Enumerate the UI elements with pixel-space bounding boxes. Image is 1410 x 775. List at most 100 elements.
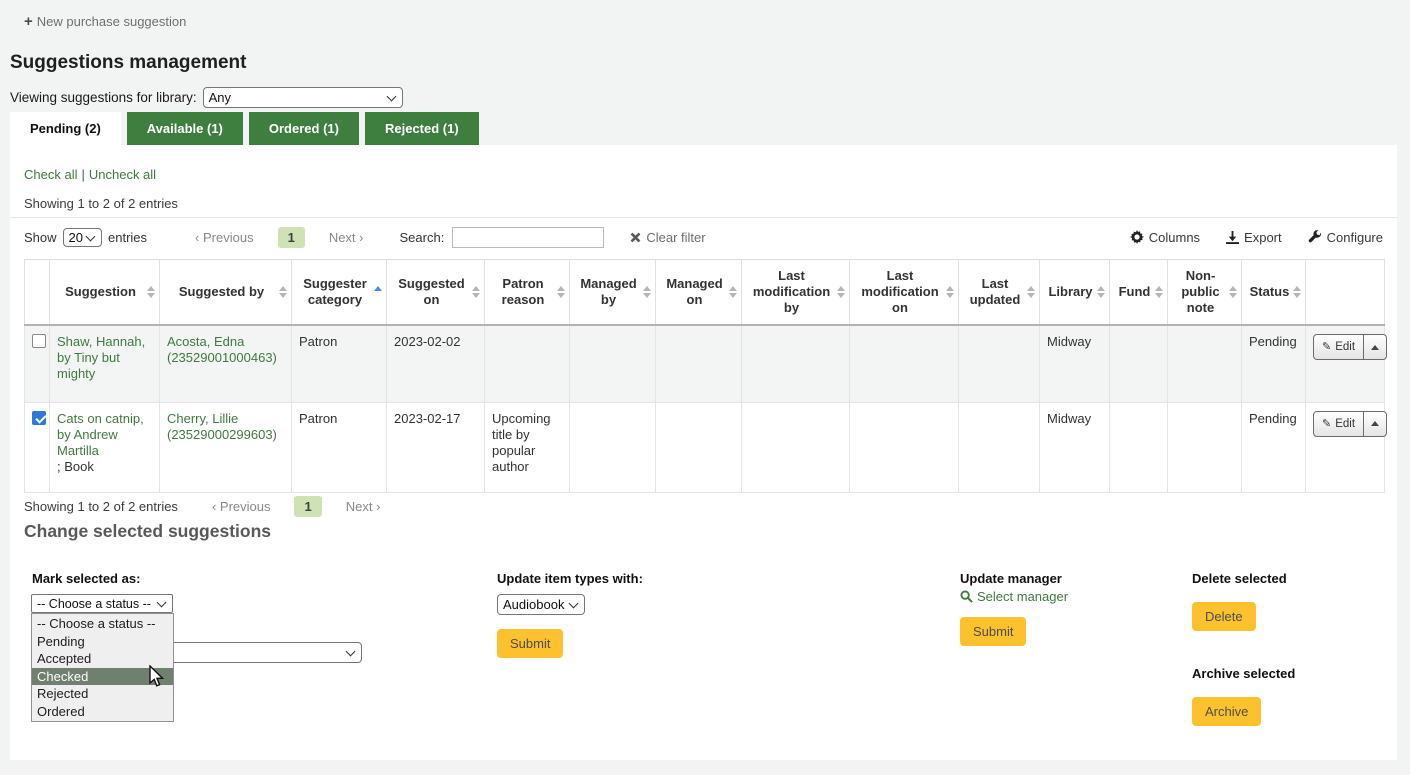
tab-rejected[interactable]: Rejected (1) (365, 112, 479, 145)
columns-button[interactable]: Columns (1130, 230, 1200, 245)
configure-button[interactable]: Configure (1308, 230, 1383, 245)
header-nonpublic-note[interactable]: Non-public note (1168, 260, 1242, 326)
select-manager-link[interactable]: Select manager (960, 589, 1068, 604)
edit-dropdown-toggle[interactable] (1364, 412, 1386, 436)
item-type-select[interactable]: Audiobook (497, 594, 585, 615)
header-managed-on[interactable]: Managed on (656, 260, 742, 326)
option-choose-status[interactable]: -- Choose a status -- (32, 615, 173, 633)
submit-manager-button[interactable]: Submit (960, 617, 1026, 646)
page-title: Suggestions management (10, 52, 247, 74)
sort-icons (279, 286, 287, 298)
page-number-button[interactable]: 1 (278, 227, 305, 248)
pencil-icon: ✎ (1322, 339, 1331, 355)
update-manager-label: Update manager (960, 571, 1062, 586)
status-tabs: Pending (2) Available (1) Ordered (1) Re… (10, 112, 479, 145)
page-number-button[interactable]: 1 (294, 496, 321, 517)
last-updated-cell (959, 325, 1040, 402)
edit-dropdown-toggle[interactable] (1364, 335, 1386, 359)
update-item-types-label: Update item types with: (497, 571, 643, 586)
fund-cell (1110, 402, 1168, 492)
edit-button[interactable]: ✎Edit (1314, 335, 1364, 359)
option-ordered[interactable]: Ordered (32, 703, 173, 721)
header-last-updated[interactable]: Last updated (959, 260, 1040, 326)
columns-label: Columns (1149, 230, 1200, 245)
table-row: Shaw, Hannah, by Tiny but mighty Acosta,… (25, 325, 1385, 402)
sort-icons (643, 286, 651, 298)
status-cell: Pending (1242, 325, 1306, 402)
tab-available[interactable]: Available (1) (127, 112, 243, 145)
sort-icons (1229, 286, 1237, 298)
check-all-link[interactable]: Check all (24, 167, 77, 182)
sort-icons (837, 286, 845, 298)
link-separator: | (81, 167, 84, 182)
previous-page-button[interactable]: ‹ Previous (195, 230, 254, 245)
header-suggester-category[interactable]: Suggester category (292, 260, 387, 326)
suggester-link[interactable]: Cherry, Lillie (23529000299603) (167, 411, 277, 442)
header-last-modification-by[interactable]: Last modification by (742, 260, 850, 326)
caret-up-icon (1371, 421, 1379, 426)
header-suggested-on[interactable]: Suggested on (387, 260, 485, 326)
chevron-right-icon: › (376, 499, 380, 514)
header-suggestion[interactable]: Suggestion (50, 260, 160, 326)
suggestion-title-link[interactable]: Cats on catnip, by Andrew Martilla (57, 411, 144, 458)
header-library[interactable]: Library (1040, 260, 1110, 326)
header-status[interactable]: Status (1242, 260, 1306, 326)
sort-icons (946, 286, 954, 298)
chevron-down-icon (386, 92, 396, 102)
next-page-button[interactable]: Next › (329, 230, 364, 245)
option-checked[interactable]: Checked (32, 668, 173, 686)
previous-page-button[interactable]: ‹ Previous (212, 499, 271, 514)
sort-asc-icon (374, 286, 382, 291)
header-fund[interactable]: Fund (1110, 260, 1168, 326)
header-checkbox-column (25, 260, 50, 326)
tab-pending[interactable]: Pending (2) (10, 112, 121, 145)
next-label: Next (346, 499, 373, 514)
row-checkbox-checked[interactable] (32, 411, 46, 425)
header-suggested-by[interactable]: Suggested by (160, 260, 292, 326)
delete-selected-label: Delete selected (1192, 571, 1287, 586)
edit-button[interactable]: ✎Edit (1314, 412, 1364, 436)
x-icon (630, 232, 641, 243)
edit-split-button: ✎Edit (1313, 411, 1387, 437)
sort-icons (1097, 286, 1105, 298)
tab-ordered[interactable]: Ordered (1) (249, 112, 359, 145)
next-label: Next (329, 230, 356, 245)
library-filter-value: Any (209, 90, 231, 105)
sort-icons (472, 286, 480, 298)
status-dropdown-list: -- Choose a status -- Pending Accepted C… (31, 613, 174, 722)
search-input[interactable] (452, 227, 604, 248)
suggested-on-cell: 2023-02-17 (387, 402, 485, 492)
sort-icons (729, 286, 737, 298)
suggester-link[interactable]: Acosta, Edna (23529001000463) (167, 334, 277, 365)
archive-button[interactable]: Archive (1192, 697, 1261, 726)
library-cell: Midway (1040, 402, 1110, 492)
export-button[interactable]: Export (1226, 230, 1282, 245)
option-pending[interactable]: Pending (32, 633, 173, 651)
option-accepted[interactable]: Accepted (32, 650, 173, 668)
suggestion-title-link[interactable]: Shaw, Hannah, by Tiny but mighty (57, 334, 145, 381)
header-last-modification-on[interactable]: Last modification on (850, 260, 959, 326)
table-row: Cats on catnip, by Andrew Martilla; Book… (25, 402, 1385, 492)
library-cell: Midway (1040, 325, 1110, 402)
header-managed-by[interactable]: Managed by (570, 260, 656, 326)
library-filter-label: Viewing suggestions for library: (10, 90, 197, 105)
header-patron-reason[interactable]: Patron reason (485, 260, 570, 326)
last-modification-by-cell (742, 402, 850, 492)
status-select[interactable]: -- Choose a status -- (31, 594, 173, 613)
last-modification-by-cell (742, 325, 850, 402)
managed-by-cell (570, 402, 656, 492)
row-checkbox[interactable] (32, 334, 46, 348)
new-purchase-suggestion-link[interactable]: +New purchase suggestion (24, 13, 186, 30)
page-size-select[interactable]: 20 (63, 228, 102, 247)
sort-icons (1293, 286, 1301, 298)
delete-button[interactable]: Delete (1192, 602, 1256, 631)
download-icon (1226, 231, 1239, 244)
showing-entries-bottom: Showing 1 to 2 of 2 entries (24, 499, 178, 514)
clear-filter-label: Clear filter (646, 230, 705, 245)
next-page-button[interactable]: Next › (346, 499, 381, 514)
submit-item-types-button[interactable]: Submit (497, 629, 563, 658)
option-rejected[interactable]: Rejected (32, 685, 173, 703)
clear-filter-button[interactable]: Clear filter (630, 230, 705, 245)
library-filter-select[interactable]: Any (203, 87, 403, 108)
uncheck-all-link[interactable]: Uncheck all (89, 167, 156, 182)
